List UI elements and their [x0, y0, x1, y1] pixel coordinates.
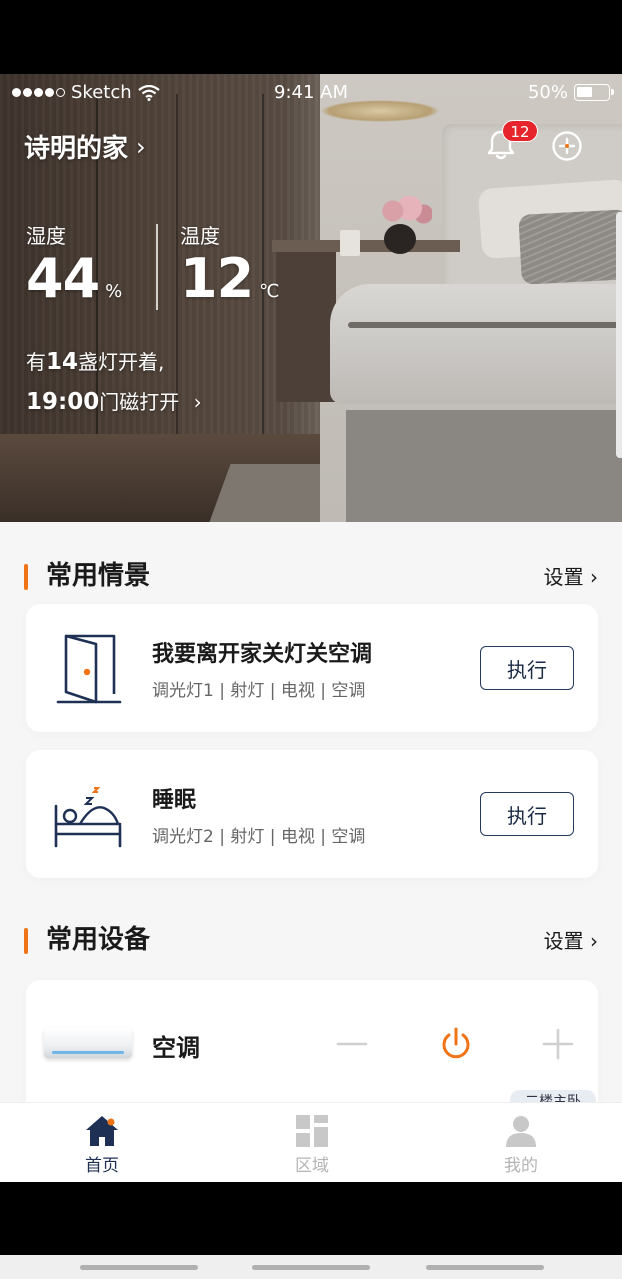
- tab-label: 我的: [504, 1156, 538, 1176]
- power-icon[interactable]: [436, 1024, 476, 1064]
- status-bar: Sketch 9:41 AM 50%: [0, 74, 622, 110]
- scenes-settings-link[interactable]: 设置 ›: [544, 560, 598, 594]
- home-summary: 有14盏灯开着, 19:00门磁打开 ›: [26, 342, 202, 422]
- chevron-right-icon: ›: [136, 132, 146, 161]
- user-icon: [506, 1116, 536, 1147]
- hero-nightstand-body: [276, 252, 336, 402]
- section-title: 常用情景: [46, 561, 151, 591]
- execute-button[interactable]: 执行: [480, 792, 574, 836]
- tab-home[interactable]: 首页: [42, 1103, 162, 1182]
- device-name: 空调: [152, 1034, 200, 1062]
- battery-percent: 50%: [527, 82, 568, 103]
- scene-card[interactable]: 睡眠 调光灯2 | 射灯 | 电视 | 空调 执行: [26, 750, 598, 878]
- nav-home-button[interactable]: [252, 1265, 370, 1270]
- door-summary[interactable]: 19:00门磁打开 ›: [26, 382, 202, 422]
- scenes-section-header: 常用情景 设置 ›: [24, 558, 598, 594]
- lights-summary: 有14盏灯开着,: [26, 349, 165, 375]
- home-icon: [86, 1116, 118, 1146]
- humidity-unit: %: [105, 281, 123, 302]
- devices-section-header: 常用设备 设置 ›: [24, 922, 598, 958]
- minus-icon[interactable]: [332, 1024, 372, 1064]
- hero-banner: Sketch 9:41 AM 50% 诗明的家 › 12 湿度 44 % 温度 …: [0, 74, 622, 522]
- section-accent-bar: [24, 928, 28, 954]
- battery-icon: [574, 84, 614, 101]
- system-nav-bar: [0, 1255, 622, 1279]
- home-name: 诗明的家: [24, 134, 129, 164]
- hero-vase: [384, 224, 416, 254]
- temperature-unit: ℃: [259, 281, 280, 302]
- temperature-value: 12: [180, 247, 254, 310]
- tab-label: 区域: [295, 1156, 329, 1176]
- tab-bar: 首页 区域 我的: [0, 1102, 622, 1182]
- section-accent-bar: [24, 564, 28, 590]
- hero-bed-base: [346, 410, 622, 522]
- chevron-right-icon: ›: [193, 390, 202, 414]
- metric-divider: [156, 224, 158, 310]
- hero-nightstand: [272, 240, 460, 252]
- scroll-handle[interactable]: [616, 212, 622, 458]
- lights-count: 14: [46, 349, 79, 375]
- hero-cup: [340, 230, 360, 256]
- grid-icon: [296, 1115, 328, 1147]
- scene-devices: 调光灯1 | 射灯 | 电视 | 空调: [152, 681, 366, 701]
- add-circle-icon[interactable]: [551, 130, 583, 162]
- tab-profile[interactable]: 我的: [461, 1103, 581, 1182]
- plus-icon[interactable]: [538, 1024, 578, 1064]
- humidity-label: 湿度: [26, 224, 66, 248]
- tab-areas[interactable]: 区域: [252, 1103, 372, 1182]
- notification-badge: 12: [502, 120, 538, 142]
- scene-name: 睡眠: [152, 788, 197, 813]
- hero-bed: [330, 284, 622, 404]
- sleep-bed-icon: [54, 787, 122, 848]
- temperature-label: 温度: [180, 224, 220, 248]
- door-time: 19:00: [26, 389, 100, 415]
- humidity-metric: 湿度 44%: [26, 220, 122, 309]
- home-selector[interactable]: 诗明的家 ›: [24, 128, 146, 165]
- scene-name: 我要离开家关灯关空调: [152, 642, 373, 667]
- hero-bed-line: [348, 322, 622, 328]
- humidity-value: 44: [26, 247, 100, 310]
- scene-devices: 调光灯2 | 射灯 | 电视 | 空调: [152, 827, 366, 847]
- devices-settings-link[interactable]: 设置 ›: [544, 924, 598, 958]
- air-conditioner-icon: [44, 1028, 132, 1058]
- temperature-metric: 温度 12 ℃: [180, 220, 279, 309]
- execute-button[interactable]: 执行: [480, 646, 574, 690]
- hero-flowers: [376, 196, 432, 226]
- hero-pillow: [518, 209, 622, 285]
- section-title: 常用设备: [46, 925, 151, 955]
- scene-card[interactable]: 我要离开家关灯关空调 调光灯1 | 射灯 | 电视 | 空调 执行: [26, 604, 598, 732]
- door-icon: [56, 634, 122, 704]
- tab-label: 首页: [85, 1156, 119, 1176]
- nav-recent-button[interactable]: [80, 1265, 198, 1270]
- app-screen: Sketch 9:41 AM 50% 诗明的家 › 12 湿度 44 % 温度 …: [0, 74, 622, 1182]
- top-letterbox: [0, 0, 622, 74]
- nav-back-button[interactable]: [426, 1265, 544, 1270]
